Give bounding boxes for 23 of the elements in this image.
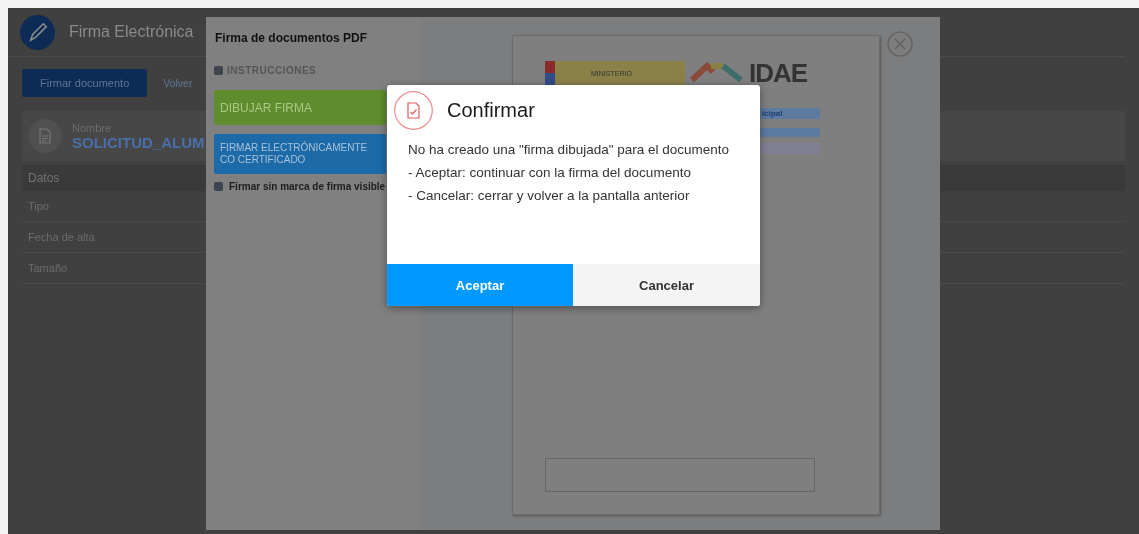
logo-text: IDAE — [749, 57, 808, 89]
document-icon — [39, 128, 51, 144]
draw-signature-button[interactable]: DIBUJAR FIRMA — [214, 90, 386, 125]
app-title: Firma Electrónica — [69, 23, 194, 41]
document-bar — [760, 128, 820, 137]
document-heading: icipal — [760, 108, 820, 119]
cancel-button[interactable]: Cancelar — [573, 264, 760, 306]
modal-title: Firma de documentos PDF — [215, 31, 369, 45]
dialog-message: No ha creado una "firma dibujada" para el documento — [408, 142, 731, 158]
dialog-title: Confirmar — [447, 99, 535, 122]
house-logo-icon — [689, 62, 745, 84]
file-name: SOLICITUD_ALUM — [72, 133, 205, 151]
certificate-sign-button[interactable]: FIRMAR ELECTRÓNICAMENTE CO CERTIFICADO — [214, 134, 386, 174]
invisible-signature-option[interactable]: Firmar sin marca de firma visible — [229, 181, 386, 192]
accept-button[interactable]: Aceptar — [387, 264, 573, 306]
pen-logo-icon — [20, 14, 55, 50]
dialog-message: - Cancelar: cerrar y volver a la pantalla anterior — [408, 188, 691, 204]
close-icon[interactable] — [887, 31, 913, 57]
sign-document-button[interactable]: Firmar documento — [22, 69, 148, 97]
document-bar — [760, 143, 820, 154]
dialog-message: - Aceptar: continuar con la firma del documento — [408, 165, 692, 181]
document-check-icon — [394, 91, 433, 130]
back-button[interactable]: Volver — [151, 69, 193, 97]
